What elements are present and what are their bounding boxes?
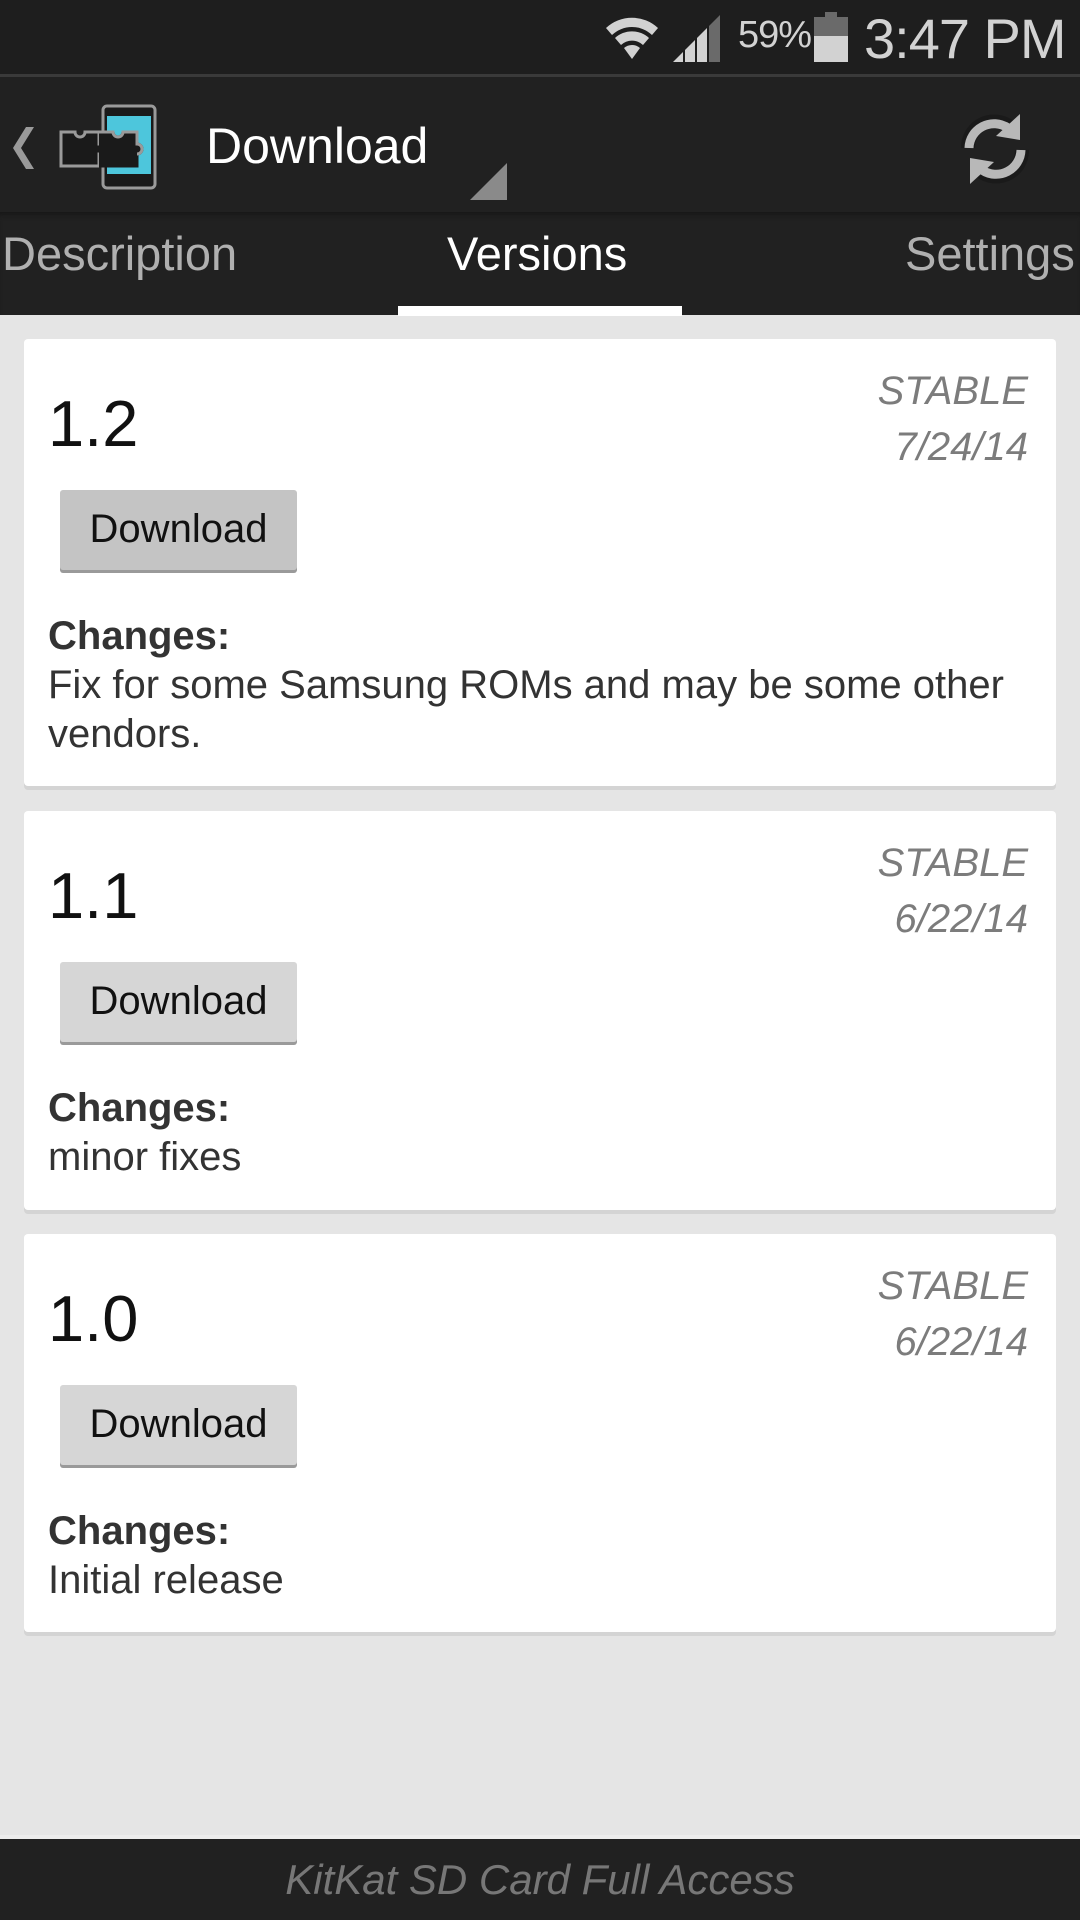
app-puzzle-phone-icon: [59, 104, 157, 190]
changes-label: Changes:: [48, 1086, 231, 1130]
changes-text: Initial release: [48, 1558, 284, 1602]
clock: 3:47 PM: [864, 7, 1067, 70]
version-number: 1.2: [48, 387, 139, 460]
download-button[interactable]: Download: [60, 1385, 297, 1465]
signal-icon: [673, 15, 720, 62]
page-title: Download: [206, 118, 429, 174]
refresh-icon: [961, 114, 1029, 184]
tab-versions[interactable]: Versions: [447, 226, 627, 281]
channel-label: STABLE: [877, 841, 1028, 885]
download-button[interactable]: Download: [60, 962, 297, 1042]
action-bar: [0, 77, 1080, 212]
battery-icon: [814, 12, 848, 62]
changes-text: minor fixes: [48, 1135, 242, 1179]
tab-description[interactable]: Description: [2, 226, 237, 281]
release-date: 7/24/14: [894, 425, 1028, 469]
dropdown-triangle-icon: [470, 163, 507, 200]
refresh-button[interactable]: [950, 100, 1040, 196]
release-date: 6/22/14: [894, 1320, 1028, 1364]
battery-percent: 59%: [738, 14, 812, 56]
title-spinner[interactable]: Download: [196, 95, 516, 210]
changes-label: Changes:: [48, 614, 231, 658]
up-navigation-button[interactable]: [0, 90, 160, 200]
version-number: 1.1: [48, 859, 139, 932]
version-card: 1.2 STABLE 7/24/14 Download Changes: Fix…: [24, 339, 1056, 786]
tab-indicator: [398, 306, 682, 316]
tab-settings[interactable]: Settings: [905, 226, 1075, 281]
changes-text: Fix for some Samsung ROMs and may be som…: [48, 663, 1004, 756]
back-chevron-icon: [13, 127, 34, 169]
channel-label: STABLE: [877, 369, 1028, 413]
channel-label: STABLE: [877, 1264, 1028, 1308]
footer-module-name: KitKat SD Card Full Access: [285, 1856, 795, 1903]
changes-label: Changes:: [48, 1509, 231, 1553]
download-button[interactable]: Download: [60, 490, 297, 570]
wifi-icon: [606, 17, 658, 59]
release-date: 6/22/14: [894, 897, 1028, 941]
version-card: 1.1 STABLE 6/22/14 Download Changes: min…: [24, 811, 1056, 1210]
version-number: 1.0: [48, 1282, 139, 1355]
status-bar: 59% 3:47 PM: [0, 0, 1080, 74]
version-card: 1.0 STABLE 6/22/14 Download Changes: Ini…: [24, 1234, 1056, 1632]
